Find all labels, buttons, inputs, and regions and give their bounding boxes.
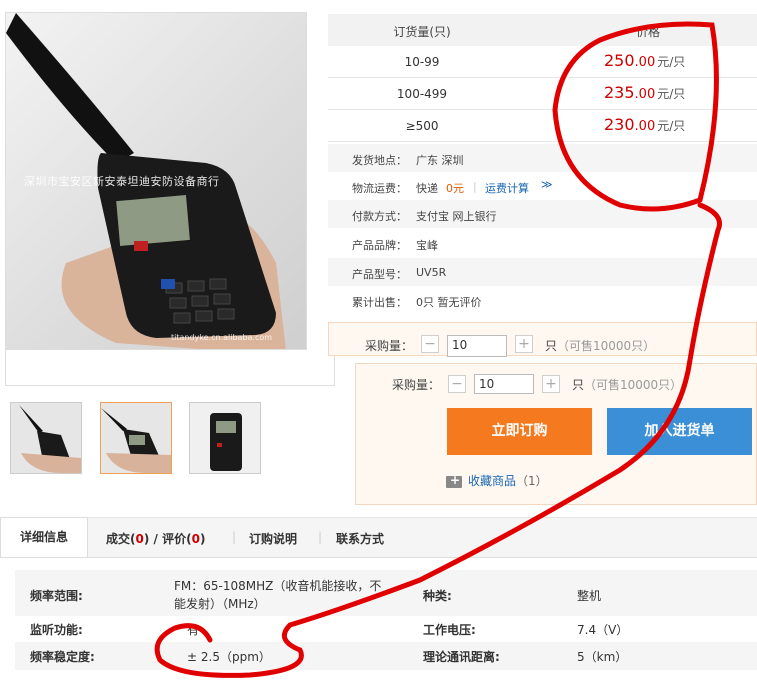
purchase-box-partial: 采购量： − 10 + 只 （可售10000只） [328,322,757,357]
tab-separator: | [318,530,323,544]
payment-value: 支付宝 网上银行 [416,210,497,223]
payment-row: 付款方式： 支付宝 网上银行 [328,200,757,228]
sold-label: 累计出售： [352,296,407,309]
price-tier-price: 250.00 元/只 [604,51,686,70]
qty-available: （可售10000只） [557,339,656,353]
tab-contact[interactable]: 联系方式 [336,530,384,547]
qty-available: （可售10000只） [584,378,683,392]
spec-row: 监听功能: 有 工作电压: 7.4（V） [15,616,757,642]
spec-value: 有 [187,623,200,637]
spec-key: 种类: [423,589,452,603]
spec-value: 7.4（V） [577,623,629,637]
header-quantity: 订货量(只) [393,25,451,39]
ship-from-value: 广东 深圳 [416,154,464,167]
thumbnail-1[interactable] [10,402,82,474]
qty-unit: 只 [545,339,558,353]
thumbnail-image [190,403,260,473]
sold-value: 0只 暂无评价 [416,296,482,309]
price-tier-qty: 10-99 [404,55,440,69]
spec-key: 频率范围: [30,589,83,603]
spec-key: 理论通讯距离: [423,650,500,664]
logistics-label: 物流运费： [352,182,407,195]
favorite-link[interactable]: 收藏商品（1） [446,472,548,489]
price-row: 10-99 250.00 元/只 [328,46,757,78]
model-row: 产品型号： UV5R [328,258,757,286]
price-tier-price: 235.00 元/只 [604,83,686,102]
favorite-label: 收藏商品 [468,474,517,488]
thumbnail-image [11,403,81,473]
qty-minus-button[interactable]: − [421,335,439,353]
spec-value: 能发射）（MHz） [174,597,266,611]
header-price: 价格 [636,25,661,39]
price-tier-qty: ≥500 [405,119,439,133]
price-table-header: 订货量(只) 价格 [328,14,757,46]
qty-input[interactable]: 10 [474,374,534,394]
logistics-separator: | [473,180,477,193]
spec-key: 频率稳定度: [30,650,95,664]
tab-deals-reviews[interactable]: 成交(0) / 评价(0) [106,530,205,547]
spec-value: FM：65-108MHZ（收音机能接收，不 [174,579,382,593]
photo-watermark: 深圳市宝安区新安泰坦迪安防设备商行 [24,175,220,188]
spec-value: ± 2.5（ppm） [187,650,271,664]
qty-minus-button[interactable]: − [448,375,466,393]
logistics-row: 物流运费： 快递 0元 | 运费计算 ≫ [328,172,757,200]
folder-add-icon [446,473,462,488]
thumbnail-3[interactable] [189,402,261,474]
detail-tabs: 详细信息 成交(0) / 评价(0) | 订购说明 | 联系方式 [0,517,757,558]
logistics-price: 0元 [446,182,464,195]
tab-order-notes[interactable]: 订购说明 [249,530,297,547]
qty-input[interactable]: 10 [447,335,507,357]
qty-plus-button[interactable]: + [515,335,533,353]
add-to-cart-button[interactable]: 加入进货单 [607,408,752,455]
order-now-button[interactable]: 立即订购 [447,408,592,455]
spec-value: 整机 [577,589,602,603]
favorite-count: （1） [516,474,548,488]
photo-frame-edge [5,350,335,386]
spec-row: 频率稳定度: ± 2.5（ppm） 理论通讯距离: 5（km） [15,642,757,670]
spec-value: 5（km） [577,650,628,664]
product-main-photo[interactable]: 深圳市宝安区新安泰坦迪安防设备商行 titandyke.cn.alibaba.c… [5,12,307,350]
brand-value: 宝峰 [416,239,438,252]
ship-from-row: 发货地点： 广东 深圳 [328,144,757,172]
qty-unit: 只 [572,378,585,392]
price-tier-price: 230.00 元/只 [604,115,686,134]
price-table: 订货量(只) 价格 10-99 250.00 元/只 100-499 235.00… [328,14,757,142]
chevron-down-icon[interactable]: ≫ [541,178,553,191]
sold-row: 累计出售： 0只 暂无评价 [328,286,757,314]
payment-label: 付款方式： [352,210,407,223]
photo-watermark-url: titandyke.cn.alibaba.com [171,333,273,342]
qty-label: 采购量： [365,339,414,353]
model-value: UV5R [416,266,447,279]
tab-details[interactable]: 详细信息 [0,517,88,557]
logistics-express: 快递 [416,182,438,195]
thumbnail-2[interactable] [100,402,172,474]
price-row: ≥500 230.00 元/只 [328,110,757,142]
brand-row: 产品品牌： 宝峰 [328,229,757,257]
tab-separator: | [232,530,237,544]
price-tier-qty: 100-499 [396,87,448,101]
freight-calc-link[interactable]: 运费计算 [485,180,529,196]
qty-plus-button[interactable]: + [542,375,560,393]
qty-label: 采购量： [392,378,441,392]
price-row: 100-499 235.00 元/只 [328,78,757,110]
ship-from-label: 发货地点： [352,154,407,167]
model-label: 产品型号： [352,268,407,281]
brand-label: 产品品牌： [352,239,407,252]
spec-row: 频率范围: FM：65-108MHZ（收音机能接收，不 能发射）（MHz） 种类… [15,570,757,616]
thumbnail-image [101,403,171,473]
spec-key: 工作电压: [423,623,476,637]
spec-key: 监听功能: [30,623,83,637]
